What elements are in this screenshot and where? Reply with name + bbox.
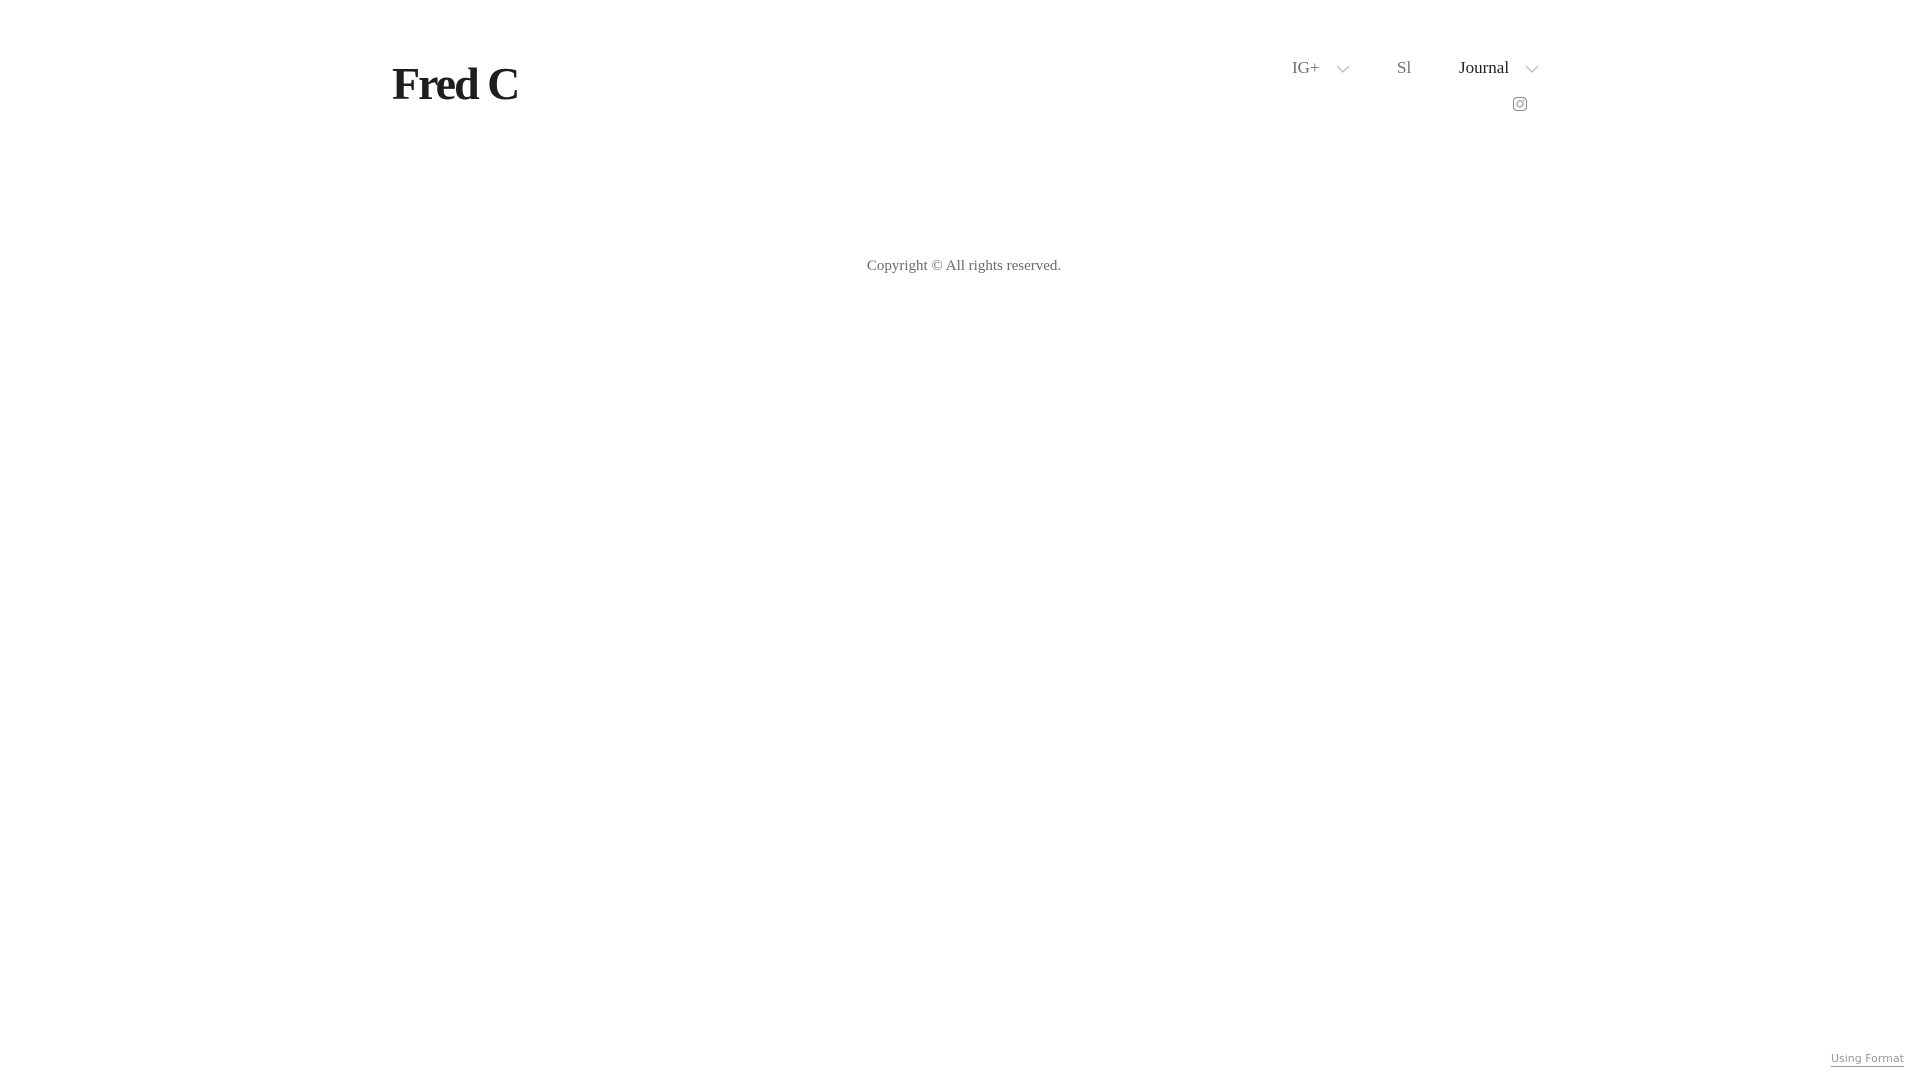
nav-item-label: Journal <box>1459 58 1510 77</box>
nav-item-ig-plus[interactable]: IG+ <box>1292 56 1350 80</box>
instagram-link[interactable] <box>1512 96 1528 112</box>
copyright-text: Copyright © All rights reserved. <box>866 258 1062 274</box>
nav-item-sl[interactable]: Sl <box>1397 56 1411 80</box>
chevron-down-icon <box>1336 65 1349 73</box>
chevron-down-icon <box>1525 65 1539 73</box>
nav-item-journal[interactable]: Journal <box>1459 56 1539 80</box>
main-nav: IG+ Sl Journal <box>0 56 1920 82</box>
nav-item-label: Sl <box>1397 58 1412 77</box>
nav-item-label: IG+ <box>1292 58 1320 77</box>
using-format-link[interactable]: Using Format <box>1830 1052 1904 1067</box>
instagram-icon <box>1512 96 1528 112</box>
